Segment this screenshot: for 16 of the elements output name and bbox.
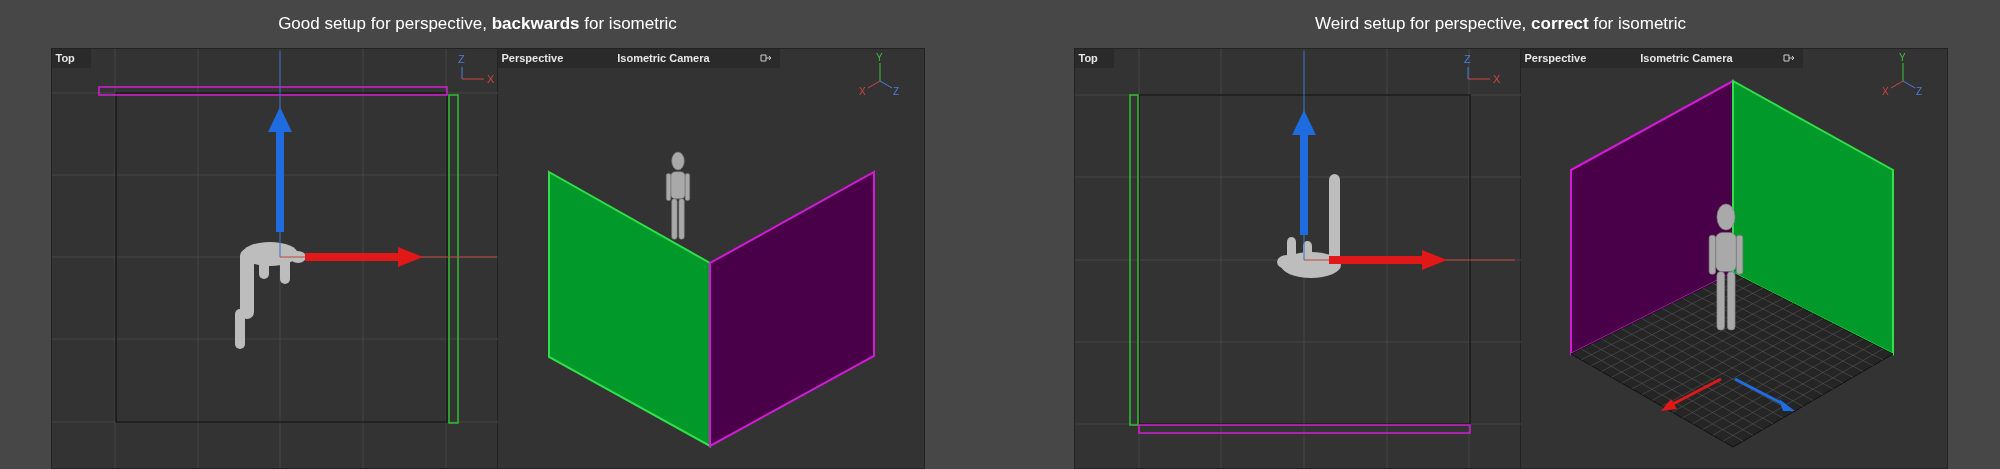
x-axis-arrow	[1660, 377, 1722, 411]
caption: Good setup for perspective, backwards for isometric	[278, 13, 677, 36]
camera-switch-icon[interactable]	[1782, 53, 1795, 64]
viewport-label[interactable]: Top	[1074, 49, 1114, 68]
z-axis-arrow	[1733, 377, 1795, 411]
viewport-label[interactable]: Perspective	[1520, 49, 1591, 68]
axis-gizmo: Z X	[457, 53, 494, 85]
axis-gizmo: Z X	[1463, 53, 1500, 85]
axis-gizmo: Y X Z	[1881, 52, 1922, 97]
camera-label[interactable]: Isometric Camera	[617, 49, 710, 68]
viewport-label[interactable]: Top	[51, 49, 91, 68]
camera-switch-icon[interactable]	[759, 53, 772, 64]
viewport-label[interactable]: Perspective	[497, 49, 568, 68]
caption: Weird setup for perspective, correct for isometric	[1315, 13, 1686, 36]
axis-gizmo: Y X Z	[858, 52, 899, 97]
camera-label[interactable]: Isometric Camera	[1640, 49, 1733, 68]
